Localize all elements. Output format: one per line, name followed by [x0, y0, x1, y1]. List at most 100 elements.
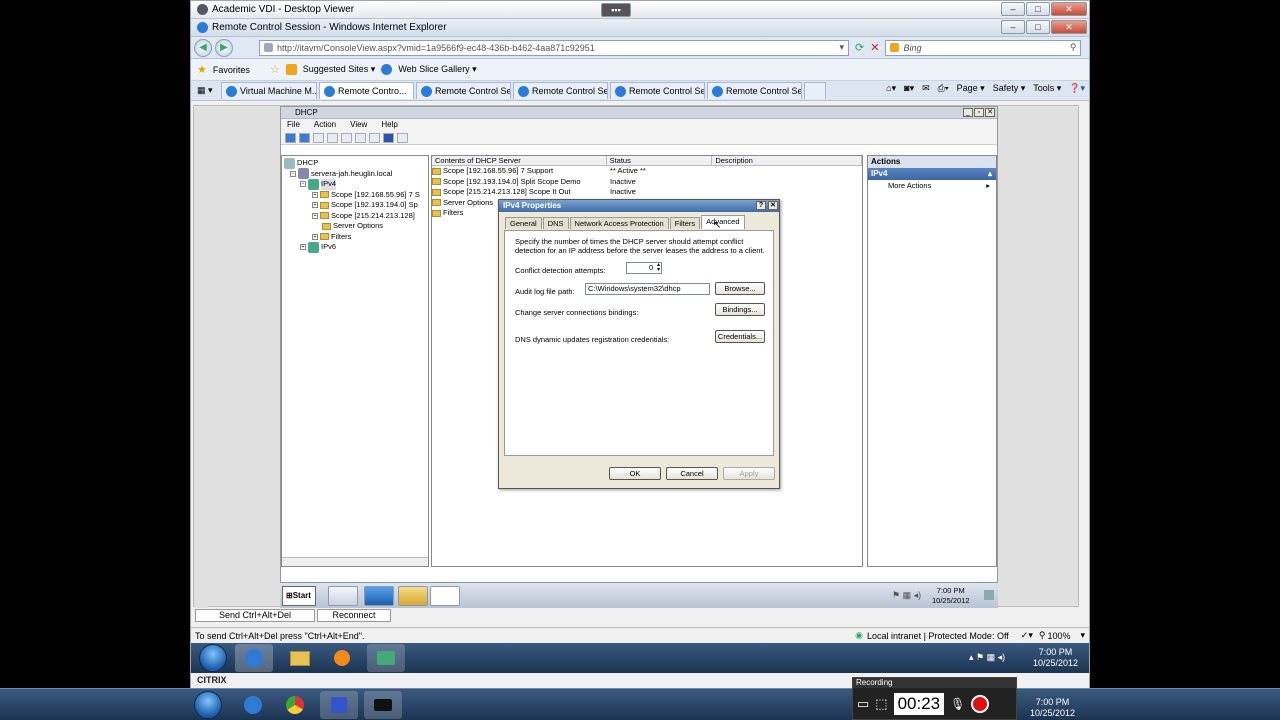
expand-icon[interactable]: + [300, 244, 306, 251]
expand-icon[interactable]: + [312, 212, 318, 219]
citrix-toolbar[interactable]: ▪▪▪ [601, 3, 631, 17]
print-icon[interactable]: ⎙▾ [938, 83, 949, 94]
zoom-level[interactable]: 100% [1047, 631, 1070, 641]
safety-menu[interactable]: Safety ▾ [993, 83, 1026, 94]
cancel-button[interactable]: Cancel [666, 467, 718, 480]
ie-maximize-icon[interactable]: □ [1026, 20, 1050, 34]
address-dropdown-icon[interactable]: ▾ [839, 42, 844, 53]
help-book-icon[interactable] [383, 132, 394, 143]
home-icon[interactable]: ⌂▾ [886, 83, 896, 94]
dhcp-restore-icon[interactable]: ▫ [974, 108, 984, 117]
list-item[interactable]: Scope [192.168.55.96] 7 Support ** Active… [432, 166, 862, 177]
web-slice-gallery-link[interactable]: Web Slice Gallery ▾ [398, 64, 476, 75]
vdi-media-player-icon[interactable] [323, 644, 361, 672]
menu-action[interactable]: Action [314, 119, 336, 131]
tree-node-ipv4[interactable]: − IPv4 [284, 178, 426, 190]
tab-remote-control-5[interactable]: Remote Control Se... [707, 82, 802, 99]
spinner-arrows-icon[interactable]: ▴ ▾ [657, 263, 660, 273]
action-pane-icon[interactable] [397, 132, 408, 143]
back-arrow-icon[interactable] [285, 132, 296, 143]
tree-horizontal-scrollbar[interactable] [282, 557, 428, 566]
help-icon[interactable]: ❓▾ [1069, 83, 1085, 94]
forward-icon[interactable]: ▶ [215, 38, 233, 57]
server-manager-icon[interactable] [328, 586, 358, 606]
tree-node-server-options[interactable]: Server Options [284, 221, 426, 232]
back-icon[interactable]: ◀ [194, 38, 212, 57]
tree-node-scope-1[interactable]: + Scope [192.168.55.96] 7 S [284, 190, 426, 201]
tab-close-icon[interactable]: ✕ [412, 86, 413, 97]
bindings-button[interactable]: Bindings... [715, 303, 765, 316]
list-item[interactable]: Scope [192.193.194.0] Split Scope Demo In… [432, 177, 862, 188]
tree-node-filters[interactable]: + Filters [284, 232, 426, 243]
ie-close-icon[interactable]: ✕ [1051, 20, 1087, 34]
maximize-icon[interactable]: □ [1026, 2, 1050, 16]
host-chrome-icon[interactable] [276, 691, 314, 719]
tree-node-ipv6[interactable]: + IPv6 [284, 241, 426, 253]
show-tree-icon[interactable] [327, 132, 338, 143]
apply-button[interactable]: Apply [723, 467, 775, 480]
properties-icon[interactable] [341, 132, 352, 143]
tab-remote-control-active[interactable]: Remote Contro... ✕ [319, 82, 414, 99]
explorer-folder-icon[interactable] [398, 586, 428, 606]
col-status[interactable]: Status [607, 156, 713, 165]
quick-tabs-icon[interactable]: ▦ ▾ [197, 85, 221, 96]
host-recorder-icon[interactable] [364, 691, 402, 719]
tab-advanced[interactable]: Advanced [701, 215, 745, 229]
col-contents[interactable]: Contents of DHCP Server [432, 156, 607, 165]
ok-button[interactable]: OK [609, 467, 661, 480]
tab-general[interactable]: General [505, 217, 542, 229]
tab-nap[interactable]: Network Access Protection [569, 217, 669, 229]
host-ie-icon[interactable] [234, 691, 272, 719]
up-folder-icon[interactable] [313, 132, 324, 143]
collapse-arrow-icon[interactable]: ▴ [988, 168, 992, 180]
security-zone[interactable]: Local intranet | Protected Mode: Off [867, 631, 1009, 641]
tools-menu[interactable]: Tools ▾ [1033, 83, 1061, 94]
add-favorites-icon[interactable]: ☆ [270, 63, 280, 76]
feeds-icon[interactable]: ◙▾ [904, 83, 914, 94]
dhcp-taskbar-icon[interactable] [430, 586, 460, 606]
tab-virtual-machine-manager[interactable]: Virtual Machine M... [221, 82, 317, 99]
collapse-icon[interactable]: − [300, 181, 306, 188]
remote-clock[interactable]: 7:00 PM 10/25/2012 [932, 586, 970, 606]
show-desktop-icon[interactable] [984, 590, 994, 600]
new-tab-button[interactable] [804, 82, 826, 99]
close-icon[interactable]: ✕ [1051, 2, 1087, 16]
favorites-button[interactable]: Favorites [213, 65, 250, 75]
page-menu[interactable]: Page ▾ [957, 83, 985, 94]
vdi-tray-icons[interactable]: ▴ ⚑ ▦ ◂) [969, 652, 1005, 663]
menu-view[interactable]: View [350, 119, 367, 131]
citrix-dropdown-icon[interactable]: ▪▪▪ [601, 3, 631, 17]
list-item[interactable]: Scope [215.214.213.128] Scope It Out Inac… [432, 187, 862, 198]
protected-mode-icon[interactable]: ✓▾ [1021, 630, 1033, 641]
minimize-icon[interactable]: – [1001, 2, 1025, 16]
forward-arrow-icon[interactable] [299, 132, 310, 143]
audit-log-path-field[interactable]: C:\Windows\system32\dhcp [585, 283, 710, 295]
notification-icons[interactable]: ⚑ ▦ ◂) [892, 590, 921, 601]
tab-dns[interactable]: DNS [542, 217, 569, 229]
powershell-icon[interactable] [364, 586, 394, 606]
search-icon[interactable]: ⚲ [1070, 42, 1077, 53]
zoom-dropdown-icon[interactable]: ▾ [1080, 630, 1085, 641]
tree-node-scope-3[interactable]: + Scope [215.214.213.128] [284, 211, 426, 222]
tree-node-dhcp[interactable]: DHCP [284, 157, 426, 169]
vdi-explorer-icon[interactable] [281, 644, 319, 672]
credentials-button[interactable]: Credentials... [715, 330, 765, 343]
tree-node-scope-2[interactable]: + Scope [192.193.194.0] Sp [284, 200, 426, 211]
mail-icon[interactable]: ✉ [922, 83, 930, 94]
ie-minimize-icon[interactable]: – [1001, 20, 1025, 34]
vdi-remote-app-icon[interactable] [367, 644, 405, 672]
region-select-icon[interactable]: ⬚ [875, 696, 887, 712]
menu-help[interactable]: Help [381, 119, 397, 131]
remote-start-button[interactable]: ⊞Start [282, 586, 316, 606]
expand-icon[interactable]: + [312, 191, 318, 198]
vdi-clock[interactable]: 7:00 PM 10/25/2012 [1033, 647, 1078, 669]
host-citrix-icon[interactable] [320, 691, 358, 719]
export-list-icon[interactable] [369, 132, 380, 143]
actions-section-ipv4[interactable]: IPv4 ▴ [868, 168, 996, 180]
host-clock[interactable]: 7:00 PM 10/25/2012 [1030, 697, 1075, 719]
monitor-icon[interactable]: ▭ [857, 696, 869, 712]
microphone-icon[interactable]: 🎙 [950, 697, 965, 711]
menu-file[interactable]: File [287, 119, 300, 131]
stop-recording-icon[interactable] [971, 695, 990, 713]
expand-icon[interactable]: + [312, 202, 318, 209]
